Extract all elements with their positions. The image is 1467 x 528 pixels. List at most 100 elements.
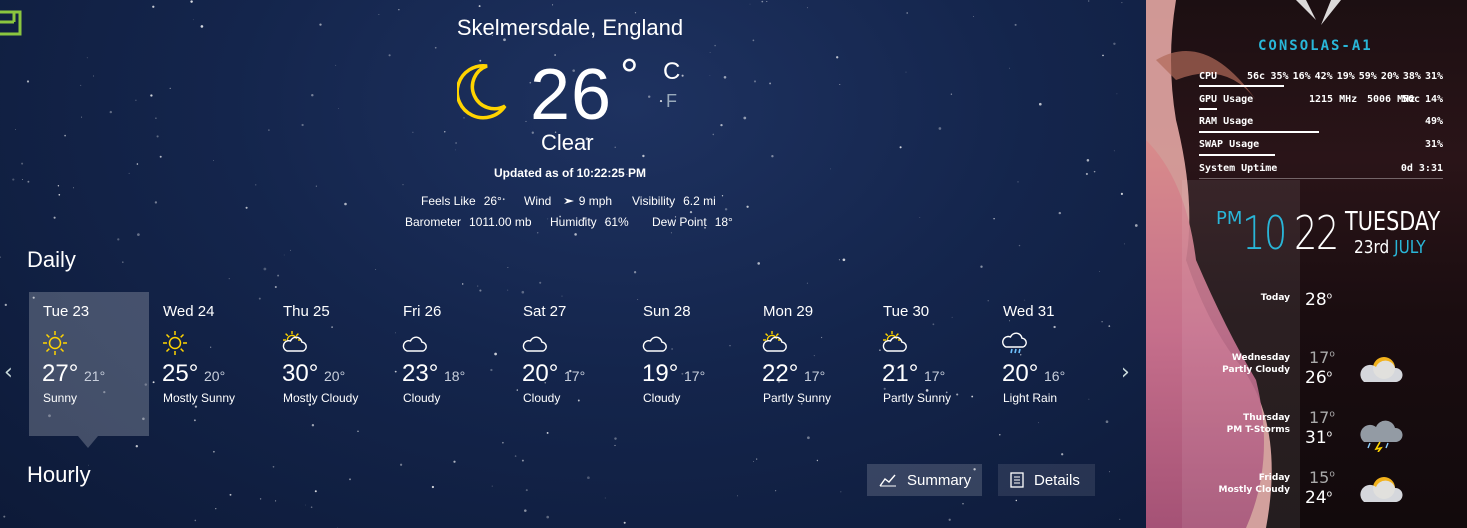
day-high-temp: 21° bbox=[882, 360, 919, 387]
hourly-section-title: Hourly bbox=[27, 462, 91, 487]
forecast-day: Thursday bbox=[1243, 413, 1290, 423]
day-name: Wed 24 bbox=[163, 303, 215, 320]
cpu-core-value: 35% bbox=[1270, 71, 1289, 82]
swap-usage-bar bbox=[1199, 154, 1275, 156]
forecast-low-temp: 17o bbox=[1309, 348, 1335, 367]
updated-time: Updated as of 10:22:25 PM bbox=[493, 166, 647, 180]
forecast-condition: PM T-Storms bbox=[1226, 425, 1290, 435]
gpu-row: GPU Usage 1215 MHz 5006 MHz 56c 14% bbox=[1199, 94, 1443, 105]
feels-like: Feels Like 26° bbox=[421, 194, 502, 208]
daily-forecast-card[interactable]: Tue 30 21° 17° Partly Sunny bbox=[869, 292, 989, 436]
forecast-day: Wednesday bbox=[1231, 353, 1290, 363]
visibility: Visibility 6.2 mi bbox=[632, 194, 716, 208]
daily-forecast-card[interactable]: Tue 23 27° 21° Sunny bbox=[29, 292, 149, 436]
day-name: Wed 31 bbox=[1003, 303, 1055, 320]
cpu-temp: 56c bbox=[1247, 71, 1266, 82]
summary-button[interactable]: Summary bbox=[867, 464, 982, 496]
daily-section-title: Daily bbox=[27, 247, 76, 272]
day-name: Sun 28 bbox=[643, 303, 691, 320]
cpu-core-value: 19% bbox=[1336, 71, 1355, 82]
daily-forecast-card[interactable]: Fri 26 23° 18° Cloudy bbox=[389, 292, 509, 436]
day-low-temp: 17° bbox=[684, 368, 706, 384]
current-temperature: 26 ° bbox=[530, 49, 640, 135]
gpu-core-clock: 1215 MHz bbox=[1309, 94, 1358, 105]
daily-forecast-card[interactable]: Sun 28 19° 17° Cloudy bbox=[629, 292, 749, 436]
cpu-core-values: 35% 16% 42% 19% 59% 20% 38% 31% bbox=[1271, 71, 1444, 82]
celsius-toggle[interactable]: C bbox=[663, 58, 680, 86]
rainmeter-widget: CONSOLAS-A1 CPU 56c 35% 16% 42% 19% 59% 20% 38… bbox=[1146, 0, 1467, 528]
barometer: Barometer 1011.00 mb bbox=[405, 215, 532, 229]
day-low-temp: 16° bbox=[1044, 368, 1066, 384]
chart-icon bbox=[879, 474, 896, 487]
day-name: Thu 25 bbox=[283, 303, 330, 320]
cpu-core-value: 42% bbox=[1314, 71, 1333, 82]
day-condition: Mostly Sunny bbox=[163, 391, 236, 405]
computer-name: CONSOLAS-A1 bbox=[1258, 38, 1373, 54]
gpu-usage: 14% bbox=[1424, 94, 1443, 105]
details-button-label: Details bbox=[1034, 471, 1080, 489]
forecast-low-temp: 15o bbox=[1309, 468, 1335, 487]
clock-ampm: PM bbox=[1216, 208, 1243, 229]
daily-forecast-card[interactable]: Sat 27 20° 17° Cloudy bbox=[509, 292, 629, 436]
gpu-label: GPU Usage bbox=[1199, 94, 1254, 105]
scroll-right-arrow[interactable]: › bbox=[1121, 360, 1130, 385]
scroll-left-arrow[interactable]: ‹ bbox=[4, 360, 13, 385]
sun-icon bbox=[161, 329, 189, 357]
forecast-day-label: Thursday PM T-Storms bbox=[1227, 412, 1290, 436]
cloud-icon bbox=[401, 329, 429, 357]
day-condition: Partly Sunny bbox=[763, 391, 832, 405]
fahrenheit-toggle[interactable]: F bbox=[666, 91, 677, 112]
cpu-core-value: 16% bbox=[1292, 71, 1311, 82]
day-high-temp: 27° bbox=[42, 360, 79, 387]
rain-cloud-icon bbox=[1001, 329, 1029, 357]
forecast-high-temp: 26o bbox=[1305, 368, 1333, 388]
daily-forecast-card[interactable]: Thu 25 30° 20° Mostly Cloudy bbox=[269, 292, 389, 436]
swap-row: SWAP Usage 31% bbox=[1199, 139, 1443, 150]
forecast-day-label: Today bbox=[1261, 292, 1290, 304]
swap-usage: 31% bbox=[1424, 139, 1443, 150]
day-low-temp: 18° bbox=[444, 368, 466, 384]
cpu-label: CPU bbox=[1199, 71, 1218, 82]
weather-app: Skelmersdale, England 26 ° C F Clear Upda… bbox=[0, 0, 1146, 528]
day-name: Mon 29 bbox=[763, 303, 814, 320]
cloud-icon bbox=[641, 329, 669, 357]
day-high-temp: 30° bbox=[282, 360, 319, 387]
forecast-high-temp: 28o bbox=[1305, 290, 1333, 310]
day-low-temp: 20° bbox=[204, 368, 226, 384]
daily-forecast-card[interactable]: Wed 31 20° 16° Light Rain bbox=[989, 292, 1109, 436]
uptime-value: 0d 3:31 bbox=[1400, 163, 1443, 174]
swap-label: SWAP Usage bbox=[1199, 139, 1260, 150]
day-low-temp: 17° bbox=[924, 368, 946, 384]
thunderstorm-icon bbox=[1356, 412, 1412, 456]
forecast-low-temp: 17o bbox=[1309, 408, 1335, 427]
divider bbox=[1199, 178, 1443, 179]
daily-forecast-card[interactable]: Mon 29 22° 17° Partly Sunny bbox=[749, 292, 869, 436]
day-condition: Mostly Cloudy bbox=[283, 391, 359, 405]
day-low-temp: 20° bbox=[324, 368, 346, 384]
clock-month: JULY bbox=[1394, 237, 1426, 258]
partly-cloudy-icon bbox=[1356, 472, 1412, 516]
ram-usage-bar bbox=[1199, 131, 1319, 133]
clock-minute: 22 bbox=[1294, 206, 1339, 260]
day-high-temp: 20° bbox=[1002, 360, 1039, 387]
day-name: Tue 23 bbox=[43, 303, 90, 320]
cpu-core-value: 31% bbox=[1424, 71, 1443, 82]
day-condition: Cloudy bbox=[643, 391, 681, 405]
day-name: Sat 27 bbox=[523, 303, 567, 320]
selected-day-pointer bbox=[78, 436, 98, 448]
forecast-day-label: Friday Mostly Cloudy bbox=[1219, 472, 1290, 496]
daily-forecast-card[interactable]: Wed 24 25° 20° Mostly Sunny bbox=[149, 292, 269, 436]
cpu-row: CPU 56c 35% 16% 42% 19% 59% 20% 38% 31% bbox=[1199, 71, 1443, 82]
ram-label: RAM Usage bbox=[1199, 116, 1254, 127]
day-high-temp: 23° bbox=[402, 360, 439, 387]
day-condition: Light Rain bbox=[1003, 391, 1058, 405]
forecast-high-temp: 24o bbox=[1305, 488, 1333, 508]
partly-cloudy-icon bbox=[1356, 352, 1412, 396]
current-condition: Clear bbox=[541, 130, 594, 155]
uptime-row: System Uptime 0d 3:31 bbox=[1199, 163, 1443, 174]
details-button[interactable]: Details bbox=[998, 464, 1095, 496]
cloud-icon bbox=[521, 329, 549, 357]
day-high-temp: 19° bbox=[642, 360, 679, 387]
partly-cloudy-icon bbox=[881, 329, 909, 357]
forecast-condition: Mostly Cloudy bbox=[1218, 485, 1290, 495]
